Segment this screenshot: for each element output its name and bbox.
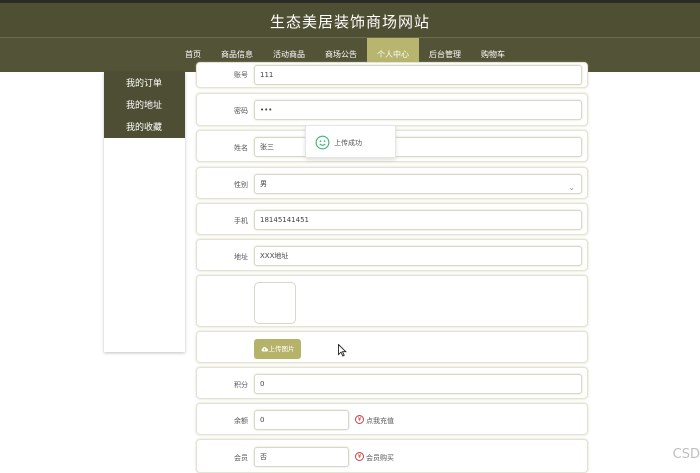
mouse-cursor-icon — [338, 344, 347, 357]
gender-value: 男 — [260, 180, 267, 188]
yen-icon: ¥ — [355, 452, 364, 461]
name-input[interactable]: 张三 — [254, 137, 582, 157]
avatar-preview[interactable] — [254, 282, 296, 324]
success-toast: 上传成功 — [305, 125, 396, 158]
balance-row: 余额 0 ¥ 点我充值 — [196, 403, 588, 435]
site-title: 生态美居装饰商场网站 — [269, 13, 430, 31]
sidebar-menu: 我的订单 我的地址 我的收藏 — [104, 72, 185, 138]
chevron-down-icon: ⌄ — [568, 183, 575, 192]
balance-input[interactable]: 0 — [254, 410, 349, 430]
member-input[interactable]: 否 — [254, 447, 349, 467]
password-row: 密码 ••• — [196, 93, 588, 126]
points-row: 积分 0 — [196, 367, 588, 399]
address-row: 地址 XXX地址 — [196, 239, 588, 271]
points-label: 积分 — [234, 381, 248, 389]
sidebar-item-orders[interactable]: 我的订单 — [104, 74, 185, 96]
phone-row: 手机 18145141451 — [196, 203, 588, 235]
cloud-upload-icon — [261, 347, 268, 352]
avatar-row — [196, 275, 588, 327]
gender-row: 性别 男 ⌄ — [196, 167, 588, 199]
account-input[interactable]: 111 — [254, 65, 582, 85]
upload-image-label: 上传图片 — [268, 345, 295, 353]
phone-label: 手机 — [234, 217, 248, 225]
sidebar: 我的订单 我的地址 我的收藏 — [104, 72, 185, 352]
address-input[interactable]: XXX地址 — [254, 246, 582, 266]
gender-label: 性别 — [234, 181, 248, 189]
yen-icon: ¥ — [355, 415, 364, 424]
smile-icon — [315, 135, 330, 150]
password-label: 密码 — [234, 107, 248, 115]
member-label: 会员 — [234, 454, 248, 462]
site-header: 生态美居装饰商场网站 — [0, 3, 700, 37]
password-input[interactable]: ••• — [254, 100, 582, 120]
name-label: 姓名 — [234, 144, 248, 152]
upload-row: 上传图片 — [196, 331, 588, 363]
watermark: CSD — [672, 447, 700, 462]
balance-label: 余额 — [234, 417, 248, 425]
buy-membership-link[interactable]: 会员购买 — [366, 453, 394, 463]
phone-input[interactable]: 18145141451 — [254, 210, 582, 230]
member-row: 会员 否 ¥ 会员购买 — [196, 439, 588, 473]
account-label: 账号 — [234, 71, 248, 79]
points-input[interactable]: 0 — [254, 374, 582, 394]
sidebar-item-addresses[interactable]: 我的地址 — [104, 96, 185, 118]
recharge-link[interactable]: 点我充值 — [366, 416, 394, 426]
address-label: 地址 — [234, 253, 248, 261]
upload-image-button[interactable]: 上传图片 — [254, 339, 301, 359]
toast-message: 上传成功 — [334, 139, 362, 147]
account-row: 账号 111 — [196, 62, 588, 88]
sidebar-item-favorites[interactable]: 我的收藏 — [104, 118, 185, 140]
gender-select[interactable]: 男 ⌄ — [254, 174, 582, 194]
